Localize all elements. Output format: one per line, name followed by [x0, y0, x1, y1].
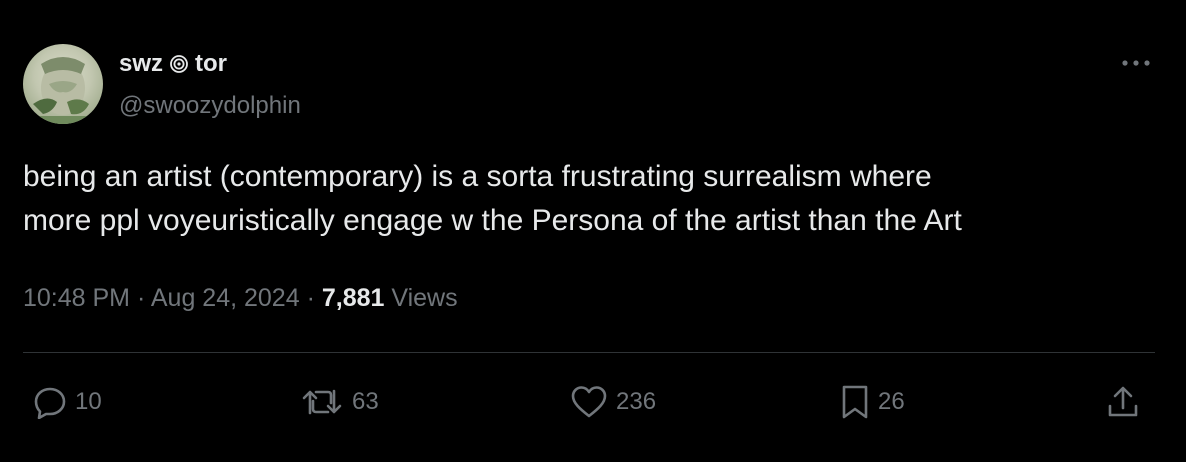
tweet-date[interactable]: Aug 24, 2024	[151, 284, 300, 312]
avatar[interactable]	[23, 44, 103, 124]
bookmark-count: 26	[878, 388, 905, 415]
share-icon	[1106, 384, 1140, 420]
divider	[23, 352, 1155, 353]
meta-separator: ·	[136, 284, 146, 312]
heart-icon	[570, 385, 608, 419]
like-count: 236	[616, 388, 657, 415]
views-count: 7,881	[321, 284, 385, 312]
spiral-icon	[169, 54, 189, 74]
retweet-button[interactable]: 63	[300, 384, 379, 420]
bookmark-button[interactable]: 26	[840, 384, 905, 420]
share-button[interactable]	[1106, 384, 1140, 420]
retweet-icon	[300, 385, 344, 419]
reply-count: 10	[75, 388, 102, 415]
tweet-time[interactable]: 10:48 PM	[23, 284, 130, 312]
display-name-left: swz	[119, 50, 164, 77]
tweet-text-line: more ppl voyeuristically engage w the Pe…	[23, 204, 962, 237]
more-button[interactable]	[1118, 52, 1154, 76]
like-button[interactable]: 236	[570, 384, 656, 420]
bookmark-icon	[840, 384, 870, 420]
views-label: Views	[391, 284, 458, 312]
display-name[interactable]: swz tor	[119, 50, 227, 78]
retweet-count: 63	[352, 388, 379, 415]
tweet-meta: 10:48 PM · Aug 24, 2024 · 7,881 Views	[23, 284, 458, 313]
display-name-right: tor	[195, 50, 228, 77]
reply-button[interactable]: 10	[33, 384, 102, 420]
tweet-card: swz tor @swoozydolphin being an artist (…	[0, 0, 1186, 462]
meta-separator: ·	[306, 284, 315, 312]
tweet-text-line: being an artist (contemporary) is a sort…	[23, 160, 932, 193]
tweet-text: being an artist (contemporary) is a sort…	[23, 155, 1153, 243]
reply-icon	[33, 385, 67, 419]
user-handle[interactable]: @swoozydolphin	[119, 92, 301, 120]
more-icon	[1119, 55, 1153, 73]
